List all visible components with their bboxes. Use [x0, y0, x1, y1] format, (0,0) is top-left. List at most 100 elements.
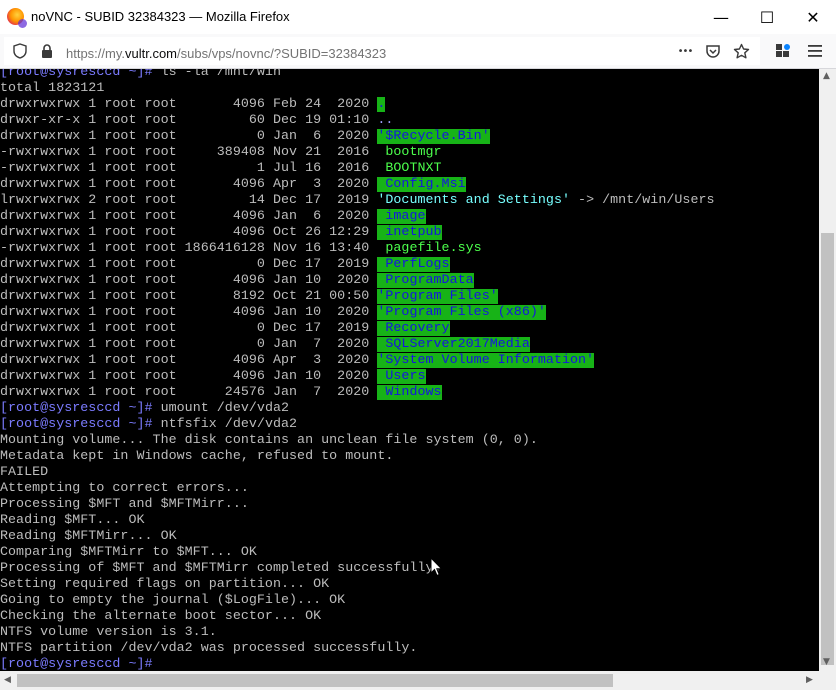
file-metadata: -rwxrwxrwx 1 root root 1 Jul 16 2016 — [0, 161, 378, 176]
hamburger-menu-icon[interactable] — [806, 42, 824, 60]
terminal-output: [root@sysresccd ~]# ls -la /mnt/win total… — [0, 69, 819, 671]
terminal-line: Processing $MFT and $MFTMirr... — [0, 497, 819, 513]
scrollbar-corner — [819, 671, 836, 690]
pocket-icon[interactable] — [704, 43, 722, 59]
scroll-up-arrow-icon[interactable]: ▲ — [823, 71, 830, 81]
file-name: bootmgr — [377, 145, 442, 160]
file-metadata: drwxrwxrwx 1 root root 0 Dec 17 2019 — [0, 257, 378, 272]
minimize-button[interactable]: — — [698, 0, 744, 34]
file-name: BOOTNXT — [377, 161, 442, 176]
file-name: 'Program Files' — [377, 289, 498, 304]
file-metadata: drwxrwxrwx 1 root root 0 Jan 7 2020 — [0, 337, 378, 352]
file-name: . — [377, 97, 386, 112]
terminal-line: [root@sysresccd ~]# umount /dev/vda2 — [0, 401, 819, 417]
output-text: Setting required flags on partition... O… — [0, 577, 330, 592]
output-text: Reading $MFTMirr... OK — [0, 529, 177, 544]
terminal-line: Mounting volume... The disk contains an … — [0, 433, 819, 449]
listing-row: drwxrwxrwx 1 root root 4096 Jan 6 2020 i… — [0, 209, 819, 225]
output-text: FAILED — [0, 465, 49, 480]
shell-prompt: [root@sysresccd ~]# — [0, 417, 153, 432]
output-text: NTFS partition /dev/vda2 was processed s… — [0, 641, 418, 656]
file-name: pagefile.sys — [377, 241, 482, 256]
listing-row: drwxrwxrwx 1 root root 4096 Jan 10 2020 … — [0, 369, 819, 385]
listing-row: -rwxrwxrwx 1 root root 1866416128 Nov 16… — [0, 241, 819, 257]
firefox-logo-icon — [7, 8, 27, 28]
listing-row: -rwxrwxrwx 1 root root 389408 Nov 21 201… — [0, 145, 819, 161]
shell-prompt: [root@sysresccd ~]# — [0, 657, 153, 671]
terminal-line: Going to empty the journal ($LogFile)...… — [0, 593, 819, 609]
listing-row: drwxrwxrwx 1 root root 4096 Oct 26 12:29… — [0, 225, 819, 241]
listing-row: drwxrwxrwx 1 root root 8192 Oct 21 00:50… — [0, 289, 819, 305]
terminal-line: [root@sysresccd ~]# ls -la /mnt/win — [0, 69, 819, 81]
file-name: Recovery — [377, 321, 450, 336]
listing-row: drwxrwxrwx 1 root root 4096 Jan 10 2020 … — [0, 305, 819, 321]
file-name: 'Documents and Settings' — [377, 193, 571, 208]
file-metadata: drwxrwxrwx 1 root root 0 Jan 6 2020 — [0, 129, 378, 144]
window-titlebar: noVNC - SUBID 32384323 — Mozilla Firefox… — [0, 0, 836, 34]
listing-row: drwxrwxrwx 1 root root 0 Jan 7 2020 SQLS… — [0, 337, 819, 353]
url-bar[interactable]: https://my.vultr.com/subs/vps/novnc/?SUB… — [4, 37, 760, 65]
file-metadata: lrwxrwxrwx 2 root root 14 Dec 17 2019 — [0, 193, 378, 208]
terminal-line: Reading $MFT... OK — [0, 513, 819, 529]
shield-icon[interactable] — [12, 43, 28, 59]
extensions-icon[interactable] — [774, 42, 792, 60]
bookmark-star-icon[interactable] — [732, 42, 750, 60]
terminal-line: Checking the alternate boot sector... OK — [0, 609, 819, 625]
url-text[interactable]: https://my.vultr.com/subs/vps/novnc/?SUB… — [66, 46, 386, 61]
listing-row: drwxrwxrwx 1 root root 0 Jan 6 2020 '$Re… — [0, 129, 819, 145]
file-name: PerfLogs — [377, 257, 450, 272]
file-name: '$Recycle.Bin' — [377, 129, 490, 144]
listing-row: drwxrwxrwx 1 root root 4096 Feb 24 2020 … — [0, 97, 819, 113]
file-metadata: drwxrwxrwx 1 root root 4096 Jan 10 2020 — [0, 369, 378, 384]
listing-row: drwxrwxrwx 1 root root 0 Dec 17 2019 Rec… — [0, 321, 819, 337]
listing-row: drwxrwxrwx 1 root root 4096 Jan 10 2020 … — [0, 273, 819, 289]
terminal-line: total 1823121 — [0, 81, 105, 96]
file-metadata: drwxrwxrwx 1 root root 8192 Oct 21 00:50 — [0, 289, 378, 304]
navigation-toolbar: https://my.vultr.com/subs/vps/novnc/?SUB… — [0, 34, 836, 69]
output-text: Attempting to correct errors... — [0, 481, 249, 496]
maximize-button[interactable]: ☐ — [744, 0, 790, 34]
shell-prompt: [root@sysresccd ~]# — [0, 69, 153, 80]
file-metadata: drwxrwxrwx 1 root root 4096 Apr 3 2020 — [0, 177, 378, 192]
window-title: noVNC - SUBID 32384323 — Mozilla Firefox — [31, 9, 290, 24]
horizontal-scroll-thumb[interactable] — [17, 674, 613, 687]
page-actions-icon[interactable]: ••• — [674, 43, 696, 59]
horizontal-scrollbar[interactable]: ◀ ▶ — [0, 671, 819, 690]
output-text: Processing $MFT and $MFTMirr... — [0, 497, 249, 512]
terminal-line: FAILED — [0, 465, 819, 481]
file-name: .. — [377, 113, 394, 128]
file-name: image — [377, 209, 426, 224]
minimize-icon: — — [713, 7, 729, 27]
scroll-down-arrow-icon[interactable]: ▼ — [823, 657, 830, 667]
command-text: ls -la /mnt/win — [152, 69, 281, 80]
symlink-target: -> /mnt/win/Users — [570, 193, 715, 208]
file-metadata: -rwxrwxrwx 1 root root 1866416128 Nov 16… — [0, 241, 378, 256]
scroll-right-arrow-icon[interactable]: ▶ — [806, 675, 813, 685]
file-name: 'System Volume Information' — [377, 353, 595, 368]
file-metadata: drwxrwxrwx 1 root root 24576 Jan 7 2020 — [0, 385, 378, 400]
vertical-scrollbar[interactable]: ▲ ▼ — [819, 69, 836, 671]
output-text: Going to empty the journal ($LogFile)...… — [0, 593, 346, 608]
terminal-line: Metadata kept in Windows cache, refused … — [0, 449, 819, 465]
vnc-terminal-screen[interactable]: [root@sysresccd ~]# ls -la /mnt/win total… — [0, 69, 819, 671]
scroll-left-arrow-icon[interactable]: ◀ — [4, 675, 11, 685]
file-metadata: drwxrwxrwx 1 root root 4096 Jan 10 2020 — [0, 305, 378, 320]
file-name: Users — [377, 369, 426, 384]
close-button[interactable]: ✕ — [790, 0, 836, 34]
output-text: Processing of $MFT and $MFTMirr complete… — [0, 561, 442, 576]
lock-icon[interactable] — [40, 43, 54, 59]
output-text: Metadata kept in Windows cache, refused … — [0, 449, 394, 464]
terminal-line: NTFS partition /dev/vda2 was processed s… — [0, 641, 819, 657]
file-metadata: drwxrwxrwx 1 root root 4096 Jan 6 2020 — [0, 209, 378, 224]
output-text: Checking the alternate boot sector... OK — [0, 609, 322, 624]
vertical-scroll-thumb[interactable] — [821, 233, 834, 665]
terminal-line: NTFS volume version is 3.1. — [0, 625, 819, 641]
output-text: Mounting volume... The disk contains an … — [0, 433, 538, 448]
terminal-line: Setting required flags on partition... O… — [0, 577, 819, 593]
output-text: NTFS volume version is 3.1. — [0, 625, 217, 640]
file-metadata: drwxrwxrwx 1 root root 4096 Feb 24 2020 — [0, 97, 378, 112]
file-metadata: drwxrwxrwx 1 root root 0 Dec 17 2019 — [0, 321, 378, 336]
file-name: Windows — [377, 385, 442, 400]
listing-row: drwxr-xr-x 1 root root 60 Dec 19 01:10 .… — [0, 113, 819, 129]
terminal-line: [root@sysresccd ~]# — [0, 657, 819, 671]
